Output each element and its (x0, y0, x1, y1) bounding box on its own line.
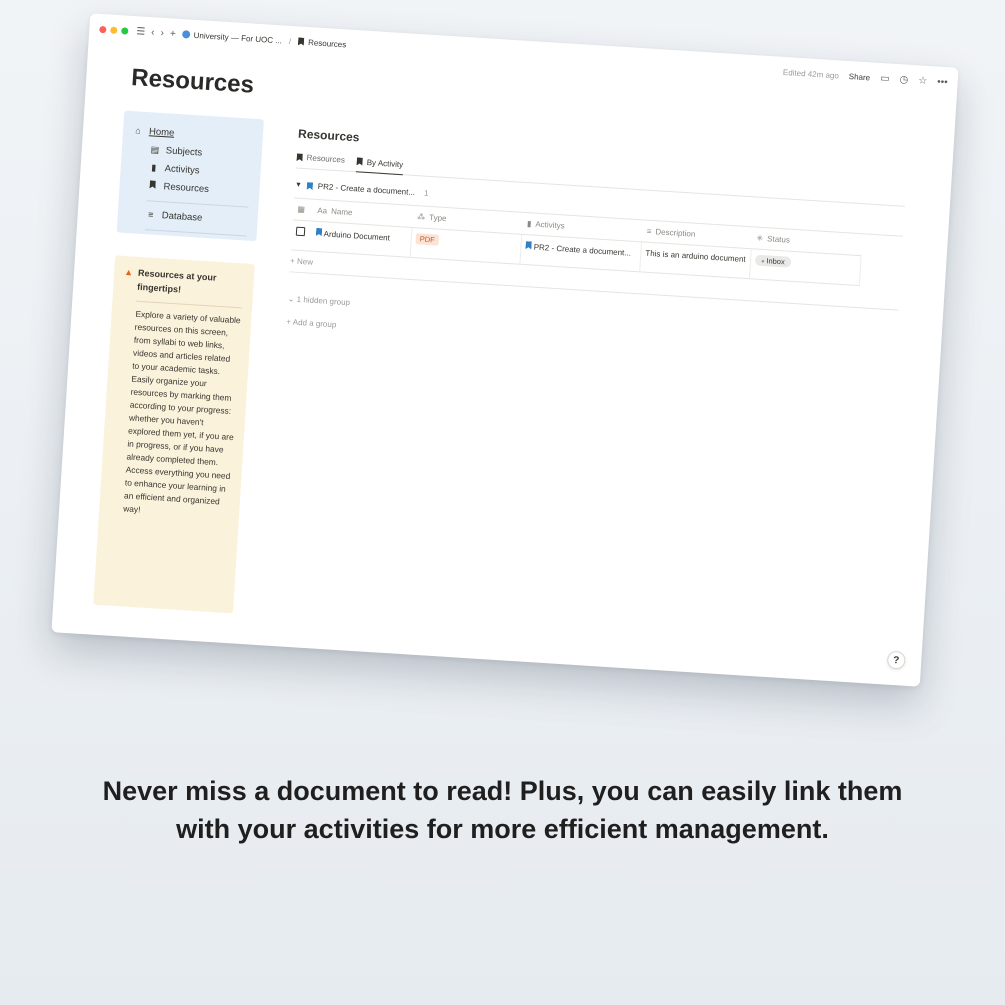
bookmark-icon (147, 180, 158, 191)
nav-divider (144, 229, 247, 237)
add-group-button[interactable]: + Add a group (286, 317, 895, 364)
menu-icon[interactable]: ☰ (136, 26, 146, 38)
callout-body: Explore a variety of valuable resources … (122, 308, 241, 515)
more-icon[interactable]: ••• (937, 76, 948, 88)
back-icon[interactable]: ‹ (151, 27, 155, 38)
window-controls (99, 25, 129, 35)
page-title: Resources (130, 64, 255, 99)
breadcrumb-page[interactable]: Resources (308, 38, 347, 49)
lines-icon: ≡ (646, 226, 652, 236)
archive-icon: ▦ (297, 204, 306, 215)
document-icon: ▮ (526, 219, 532, 229)
breadcrumb-workspace[interactable]: University — For UOC ... (193, 30, 282, 45)
row-select[interactable] (290, 220, 313, 252)
document-icon (525, 241, 531, 249)
callout-header: ▲ Resources at your fingertips! (123, 266, 245, 301)
nav-item-database[interactable]: ≡ Database (127, 204, 248, 229)
breadcrumb-separator: / (288, 36, 292, 46)
forward-icon[interactable]: › (160, 27, 164, 38)
text-icon: Aa (317, 205, 328, 216)
database-icon: ≡ (147, 209, 154, 220)
group-count: 1 (423, 188, 429, 198)
bookmark-icon (357, 157, 363, 165)
callout-divider (136, 300, 243, 309)
bookmark-icon (296, 153, 302, 161)
status-icon: ✳ (756, 233, 764, 243)
cell-name[interactable]: Arduino Document (310, 221, 413, 258)
share-button[interactable]: Share (849, 72, 871, 82)
caret-down-icon[interactable]: ▼ (295, 181, 302, 188)
workspace-icon (181, 30, 190, 39)
nav-item-label: Subjects (165, 144, 203, 159)
book-icon: ▤ (150, 143, 160, 155)
status-badge: Inbox (754, 254, 792, 268)
breadcrumb: University — For UOC ... / Resources (181, 30, 347, 49)
app-window: ☰ ‹ › + University — For UOC ... / Resou… (51, 13, 959, 687)
maximize-window-button[interactable] (121, 26, 129, 35)
comment-icon[interactable]: ▭ (880, 73, 890, 85)
info-callout: ▲ Resources at your fingertips! Explore … (93, 255, 255, 614)
top-right-actions: Edited 42m ago Share ▭ ◷ ☆ ••• (783, 66, 948, 87)
nav-item-label: Resources (163, 180, 210, 195)
home-icon: ⌂ (135, 125, 142, 136)
group-label: PR2 - Create a document... (317, 181, 416, 198)
row-checkbox[interactable] (295, 226, 306, 237)
tab-by-activity[interactable]: By Activity (356, 156, 404, 176)
bookmark-icon (316, 228, 322, 236)
marketing-caption: Never miss a document to read! Plus, you… (102, 776, 903, 845)
type-tag: PDF (415, 233, 440, 246)
nav-panel: ⌂ Home ▤ Subjects ▮ Activitys Resources … (116, 110, 265, 242)
shapes-icon: ⁂ (416, 212, 426, 222)
fire-icon: ▲ (123, 266, 134, 278)
star-icon[interactable]: ☆ (918, 75, 928, 87)
document-icon (307, 182, 313, 190)
bookmark-icon (298, 37, 304, 45)
nav-item-label: Database (161, 209, 203, 224)
header-select: ▦ (292, 198, 315, 222)
edited-timestamp: Edited 42m ago (782, 67, 840, 80)
close-window-button[interactable] (99, 25, 107, 33)
tab-label: Resources (306, 153, 346, 165)
callout-title: Resources at your fingertips! (136, 267, 217, 295)
minimize-window-button[interactable] (110, 26, 118, 34)
clock-icon[interactable]: ◷ (899, 74, 908, 86)
nav-item-label: Activitys (164, 162, 200, 176)
document-icon: ▮ (150, 161, 157, 173)
tab-resources[interactable]: Resources (296, 153, 345, 165)
add-icon[interactable]: + (170, 28, 177, 39)
help-button[interactable]: ? (886, 650, 906, 670)
nav-home-label: Home (148, 125, 175, 139)
tab-label: By Activity (366, 157, 404, 169)
database-view: Resources Resources By Activity ▼ PR2 - … (286, 127, 907, 365)
